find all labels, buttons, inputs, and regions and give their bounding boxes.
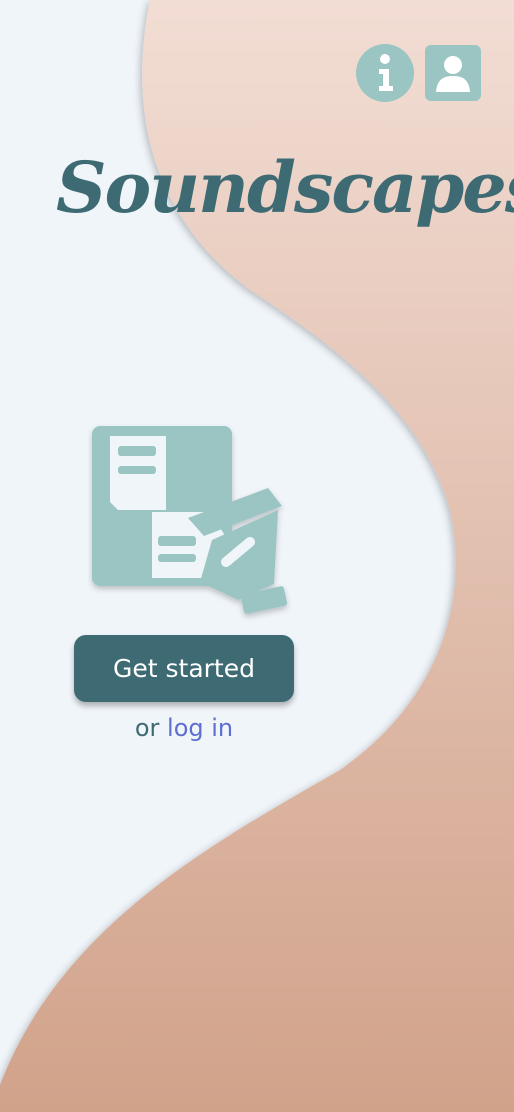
info-button[interactable]: [356, 44, 414, 102]
login-prefix-text: or: [134, 714, 160, 742]
login-prompt: or log in: [74, 714, 294, 742]
login-link[interactable]: log in: [167, 714, 233, 742]
top-icons: [356, 44, 482, 102]
info-icon: [356, 44, 414, 102]
document-edit-icon: [92, 426, 288, 614]
user-profile-icon: [425, 45, 481, 101]
profile-button[interactable]: [424, 44, 482, 102]
get-started-button[interactable]: Get started: [74, 635, 294, 702]
landing-screen: Soundscapes Get started or log in: [0, 0, 514, 1112]
app-title: Soundscapes: [56, 146, 514, 229]
